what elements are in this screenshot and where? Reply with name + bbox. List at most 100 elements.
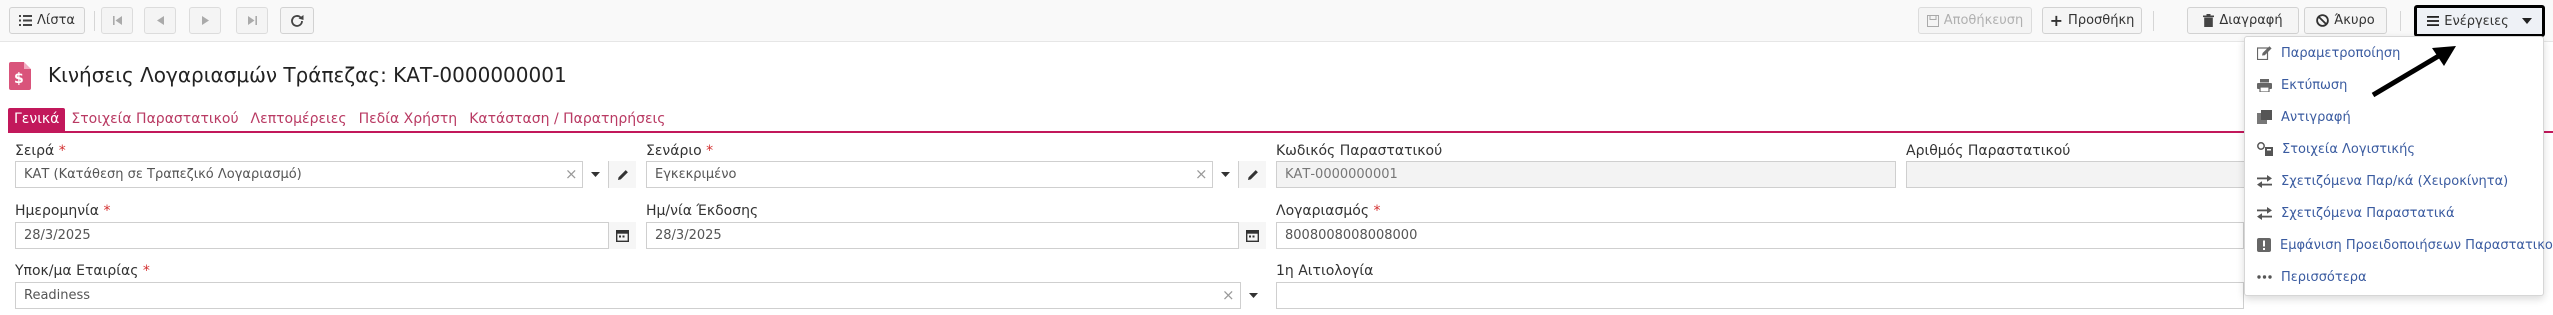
- refresh-button[interactable]: [280, 7, 314, 34]
- issue-date-value: 28/3/2025: [655, 228, 722, 243]
- scenario-edit-button[interactable]: [1238, 161, 1266, 188]
- doc-number-label: Αριθμός Παραστατικού: [1906, 143, 2071, 159]
- series-value: ΚΑΤ (Κατάθεση σε Τραπεζικό Λογαριασμό): [24, 167, 302, 182]
- list-button[interactable]: Λίστα: [9, 7, 85, 34]
- menu-item-label: Σχετιζόμενα Παρ/κά (Χειροκίνητα): [2281, 173, 2509, 189]
- refresh-icon: [291, 14, 304, 27]
- actions-dropdown-button[interactable]: Ενέργειες: [2414, 5, 2545, 37]
- menu-item-print[interactable]: Εκτύπωση: [2257, 75, 2347, 95]
- menu-item-label: Στοιχεία Λογιστικής: [2282, 141, 2415, 157]
- account-label: Λογαριασμός *: [1276, 203, 1381, 219]
- series-dropdown-button[interactable]: [582, 161, 608, 188]
- date-value: 28/3/2025: [24, 228, 91, 243]
- add-button-label: Προσθήκη: [2068, 13, 2135, 28]
- cancel-button-label: Άκυρο: [2334, 13, 2375, 28]
- scenario-dropdown-button[interactable]: [1212, 161, 1238, 188]
- series-select[interactable]: ΚΑΤ (Κατάθεση σε Τραπεζικό Λογαριασμό): [15, 161, 636, 188]
- series-edit-button[interactable]: [608, 161, 636, 188]
- trash-icon: [2203, 14, 2215, 27]
- issue-date-input[interactable]: 28/3/2025: [646, 222, 1266, 249]
- copy-icon: [2257, 110, 2272, 124]
- edit-icon: [2257, 46, 2272, 60]
- printer-icon: [2257, 78, 2272, 92]
- previous-icon: [156, 16, 164, 25]
- scenario-value: Εγκεκριμένο: [655, 167, 737, 182]
- actions-button-label: Ενέργειες: [2444, 13, 2509, 29]
- calendar-icon: [1246, 230, 1259, 242]
- scenario-label: Σενάριο *: [646, 143, 714, 159]
- menu-item-label: Σχετιζόμενα Παραστατικά: [2281, 205, 2455, 221]
- exchange-icon: [2257, 206, 2272, 220]
- pencil-icon: [1247, 169, 1258, 180]
- branch-clear-icon[interactable]: ×: [1222, 286, 1235, 304]
- menu-item-more[interactable]: Περισσότερα: [2257, 267, 2367, 287]
- date-input[interactable]: 28/3/2025: [15, 222, 636, 249]
- ellipsis-icon: [2257, 275, 2272, 279]
- caret-down-icon: [591, 172, 600, 177]
- series-clear-icon[interactable]: ×: [565, 165, 578, 183]
- previous-record-button[interactable]: [144, 7, 176, 34]
- doc-number-field: [1906, 161, 2246, 188]
- caret-down-icon: [1221, 172, 1230, 177]
- reason-label: 1η Αιτιολογία: [1276, 263, 1374, 279]
- account-input[interactable]: 8008008008008000: [1276, 222, 2244, 249]
- ban-icon: [2316, 14, 2330, 27]
- doc-code-field: ΚΑΤ-0000000001: [1276, 161, 1896, 188]
- delete-button[interactable]: Διαγραφή: [2187, 7, 2299, 34]
- document-icon: $: [9, 62, 31, 90]
- cancel-button[interactable]: Άκυρο: [2304, 7, 2387, 34]
- caret-down-icon: [2521, 18, 2532, 24]
- tab-user-fields[interactable]: Πεδία Χρήστη: [353, 108, 464, 132]
- balance-icon: [2257, 142, 2273, 156]
- tab-status-notes[interactable]: Κατάσταση / Παρατηρήσεις: [463, 108, 671, 132]
- delete-button-label: Διαγραφή: [2219, 13, 2283, 28]
- series-label: Σειρά *: [15, 143, 66, 159]
- calendar-icon: [616, 230, 629, 242]
- scenario-clear-icon[interactable]: ×: [1195, 165, 1208, 183]
- menu-item-label: Περισσότερα: [2281, 269, 2367, 285]
- save-button[interactable]: Αποθήκευση: [1918, 7, 2032, 34]
- tab-underline: [8, 131, 2553, 133]
- page-title: Κινήσεις Λογαριασμών Τράπεζας: ΚΑΤ-00000…: [48, 63, 567, 87]
- last-record-button[interactable]: [236, 7, 268, 34]
- first-record-button[interactable]: [101, 7, 133, 34]
- toolbar-divider: [2153, 11, 2154, 31]
- save-button-label: Αποθήκευση: [1943, 13, 2024, 28]
- issue-date-label: Ημ/νία Έκδοσης: [646, 203, 759, 219]
- last-icon: [247, 16, 257, 25]
- branch-dropdown-button[interactable]: [1240, 282, 1266, 309]
- tab-general[interactable]: Γενικά: [8, 108, 66, 132]
- toolbar-divider: [2400, 11, 2401, 31]
- scenario-select[interactable]: Εγκεκριμένο: [646, 161, 1266, 188]
- pencil-icon: [617, 169, 628, 180]
- date-picker-button[interactable]: [608, 222, 636, 249]
- first-icon: [112, 16, 122, 25]
- doc-code-value: ΚΑΤ-0000000001: [1285, 167, 1398, 182]
- branch-select[interactable]: Readiness: [15, 282, 1266, 309]
- tab-bar: Γενικά Στοιχεία Παραστατικού Λεπτομέρειε…: [8, 108, 671, 132]
- reason-input[interactable]: [1276, 282, 2244, 309]
- list-icon: [19, 15, 33, 26]
- annotation-arrow-icon: [2371, 46, 2456, 98]
- add-button[interactable]: + Προσθήκη: [2042, 7, 2142, 34]
- menu-item-accounting[interactable]: Στοιχεία Λογιστικής: [2257, 139, 2415, 159]
- tab-details[interactable]: Λεπτομέρειες: [245, 108, 353, 132]
- menu-item-copy[interactable]: Αντιγραφή: [2257, 107, 2351, 127]
- exchange-icon: [2257, 174, 2272, 188]
- account-value: 8008008008008000: [1285, 228, 1418, 243]
- next-icon: [201, 16, 209, 25]
- next-record-button[interactable]: [189, 7, 221, 34]
- menu-item-show-warnings[interactable]: Εμφάνιση Προειδοποιήσεων Παραστατικού: [2257, 235, 2553, 255]
- branch-label: Υποκ/μα Εταιρίας *: [15, 263, 150, 279]
- issue-date-picker-button[interactable]: [1238, 222, 1266, 249]
- list-button-label: Λίστα: [37, 13, 75, 28]
- toolbar: Λίστα Αποθήκευση + Προσθήκη Διαγραφή Άκυ…: [0, 0, 2553, 42]
- menu-item-label: Εμφάνιση Προειδοποιήσεων Παραστατικού: [2280, 237, 2553, 253]
- save-icon: [1926, 14, 1939, 27]
- menu-item-related-manual[interactable]: Σχετιζόμενα Παρ/κά (Χειροκίνητα): [2257, 171, 2508, 191]
- caret-down-icon: [1249, 293, 1258, 298]
- doc-code-label: Κωδικός Παραστατικού: [1276, 143, 1443, 159]
- tab-document-details[interactable]: Στοιχεία Παραστατικού: [65, 108, 244, 132]
- menu-item-related-documents[interactable]: Σχετιζόμενα Παραστατικά: [2257, 203, 2455, 223]
- menu-item-label: Εκτύπωση: [2281, 77, 2348, 93]
